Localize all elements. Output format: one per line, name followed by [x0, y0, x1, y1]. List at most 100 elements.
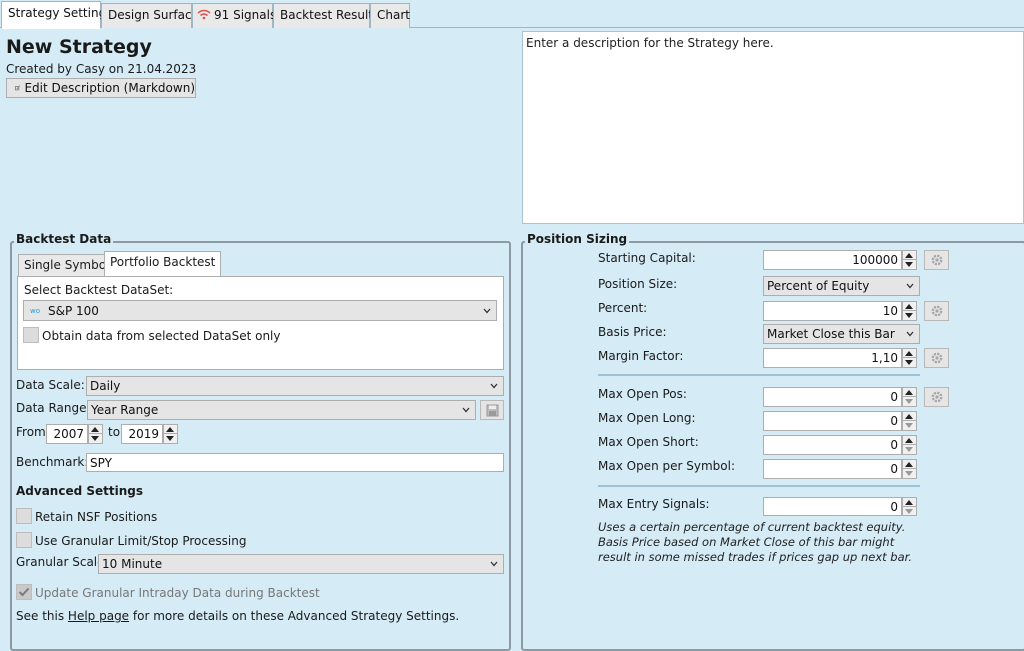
- edit-description-button[interactable]: Edit Description (Markdown): [6, 78, 196, 98]
- arrow-down-icon: [905, 447, 913, 452]
- max-open-short-input[interactable]: 0: [763, 435, 902, 455]
- arrow-down-icon: [166, 436, 174, 441]
- granular-limit-checkbox[interactable]: [16, 532, 32, 548]
- data-scale-value: Daily: [90, 379, 121, 393]
- max-open-per-symbol-spinner[interactable]: [902, 459, 917, 479]
- spin-down[interactable]: [903, 469, 916, 478]
- wifi-signal-icon: [197, 9, 211, 20]
- max-open-long-spinner[interactable]: [902, 411, 917, 431]
- gear-icon: [931, 254, 942, 266]
- starting-capital-spinner[interactable]: [902, 250, 917, 270]
- position-size-select[interactable]: Percent of Equity: [763, 276, 920, 296]
- retain-nsf-label: Retain NSF Positions: [35, 510, 158, 524]
- from-year-input[interactable]: 2007: [46, 424, 88, 444]
- max-entry-signals-input[interactable]: 0: [763, 497, 902, 516]
- spin-up[interactable]: [164, 425, 177, 434]
- starting-capital-gear-button[interactable]: [924, 250, 949, 270]
- subtab-portfolio-backtest[interactable]: Portfolio Backtest: [104, 251, 222, 276]
- save-range-button[interactable]: [480, 400, 504, 420]
- subtab-single-symbol[interactable]: Single Symbol: [18, 254, 116, 276]
- subtab-label: Portfolio Backtest: [110, 255, 216, 269]
- to-year-input[interactable]: 2019: [121, 424, 163, 444]
- arrow-down-icon: [905, 262, 913, 267]
- granular-scale-select[interactable]: 10 Minute: [98, 554, 504, 574]
- tab-design-surface[interactable]: Design Surface: [101, 3, 199, 28]
- advanced-settings-title: Advanced Settings: [16, 484, 144, 498]
- retain-nsf-checkbox[interactable]: [16, 508, 32, 524]
- chevron-down-icon: [490, 383, 498, 389]
- max-entry-signals-spinner[interactable]: [902, 497, 917, 516]
- backtest-data-label: Backtest Data: [14, 232, 114, 246]
- arrow-up-icon: [905, 500, 913, 505]
- data-scale-select[interactable]: Daily: [86, 376, 504, 396]
- margin-factor-input[interactable]: 1,10: [763, 348, 902, 368]
- margin-factor-spinner[interactable]: [902, 348, 917, 368]
- percent-spinner[interactable]: [902, 301, 917, 321]
- tab-signals[interactable]: 91 Signals: [192, 3, 277, 28]
- spin-down[interactable]: [903, 421, 916, 430]
- spin-down[interactable]: [903, 260, 916, 269]
- spin-down[interactable]: [903, 358, 916, 367]
- max-open-pos-input[interactable]: 0: [763, 387, 902, 407]
- max-open-pos-label: Max Open Pos:: [598, 387, 687, 401]
- basis-price-select[interactable]: Market Close this Bar: [763, 324, 920, 344]
- max-open-short-spinner[interactable]: [902, 435, 917, 455]
- spin-down[interactable]: [89, 434, 102, 443]
- spin-up[interactable]: [903, 302, 916, 311]
- tab-label: 91 Signals: [214, 8, 277, 22]
- spin-up[interactable]: [903, 436, 916, 445]
- spin-down[interactable]: [164, 434, 177, 443]
- max-open-long-input[interactable]: 0: [763, 411, 902, 431]
- to-label: to: [108, 425, 121, 439]
- spin-down[interactable]: [903, 445, 916, 454]
- tab-chart[interactable]: Chart: [370, 3, 410, 28]
- update-granular-checkbox[interactable]: [16, 584, 32, 600]
- starting-capital-label: Starting Capital:: [598, 251, 696, 265]
- arrow-up-icon: [905, 304, 913, 309]
- to-year-spinner[interactable]: [163, 424, 178, 444]
- spin-down[interactable]: [903, 311, 916, 320]
- arrow-up-icon: [905, 462, 913, 467]
- separator: [598, 485, 920, 487]
- data-range-select[interactable]: Year Range: [87, 400, 476, 420]
- tab-label: Strategy Settings: [8, 6, 113, 20]
- position-size-label: Position Size:: [598, 277, 678, 291]
- margin-factor-gear-button[interactable]: [924, 348, 949, 368]
- chevron-down-icon: [906, 331, 914, 337]
- max-open-pos-gear-button[interactable]: [924, 387, 949, 407]
- from-year-spinner[interactable]: [88, 424, 103, 444]
- arrow-up-icon: [905, 351, 913, 356]
- max-entry-signals-label: Max Entry Signals:: [598, 497, 710, 511]
- position-sizing-note: Uses a certain percentage of current bac…: [598, 520, 912, 564]
- obtain-only-checkbox[interactable]: [23, 327, 39, 343]
- spin-up[interactable]: [903, 349, 916, 358]
- spin-up[interactable]: [903, 460, 916, 469]
- dataset-select[interactable]: wo S&P 100: [23, 300, 497, 321]
- help-page-link[interactable]: Help page: [68, 609, 129, 623]
- percent-gear-button[interactable]: [924, 301, 949, 321]
- spin-up[interactable]: [903, 412, 916, 421]
- spin-down[interactable]: [903, 397, 916, 406]
- data-scale-label: Data Scale:: [16, 378, 85, 392]
- edit-description-label: Edit Description (Markdown): [24, 81, 195, 95]
- starting-capital-input[interactable]: 100000: [763, 250, 902, 270]
- spin-up[interactable]: [903, 498, 916, 507]
- spin-up[interactable]: [903, 251, 916, 260]
- obtain-only-label: Obtain data from selected DataSet only: [42, 329, 281, 343]
- description-textarea[interactable]: Enter a description for the Strategy her…: [522, 31, 1024, 224]
- spin-up[interactable]: [89, 425, 102, 434]
- tab-strategy-settings[interactable]: Strategy Settings: [1, 1, 112, 29]
- max-open-per-symbol-input[interactable]: 0: [763, 459, 902, 479]
- chevron-down-icon: [483, 308, 491, 313]
- spin-up[interactable]: [903, 388, 916, 397]
- tab-label: Design Surface: [108, 8, 199, 22]
- tab-backtest-results[interactable]: Backtest Results: [273, 3, 379, 28]
- max-open-per-symbol-label: Max Open per Symbol:: [598, 459, 735, 473]
- max-open-pos-spinner[interactable]: [902, 387, 917, 407]
- benchmark-input[interactable]: SPY: [86, 453, 504, 472]
- help-prefix: See this: [16, 609, 68, 623]
- spin-down[interactable]: [903, 507, 916, 516]
- percent-input[interactable]: 10: [763, 301, 902, 321]
- percent-label: Percent:: [598, 301, 648, 315]
- benchmark-label: Benchmark:: [16, 455, 89, 469]
